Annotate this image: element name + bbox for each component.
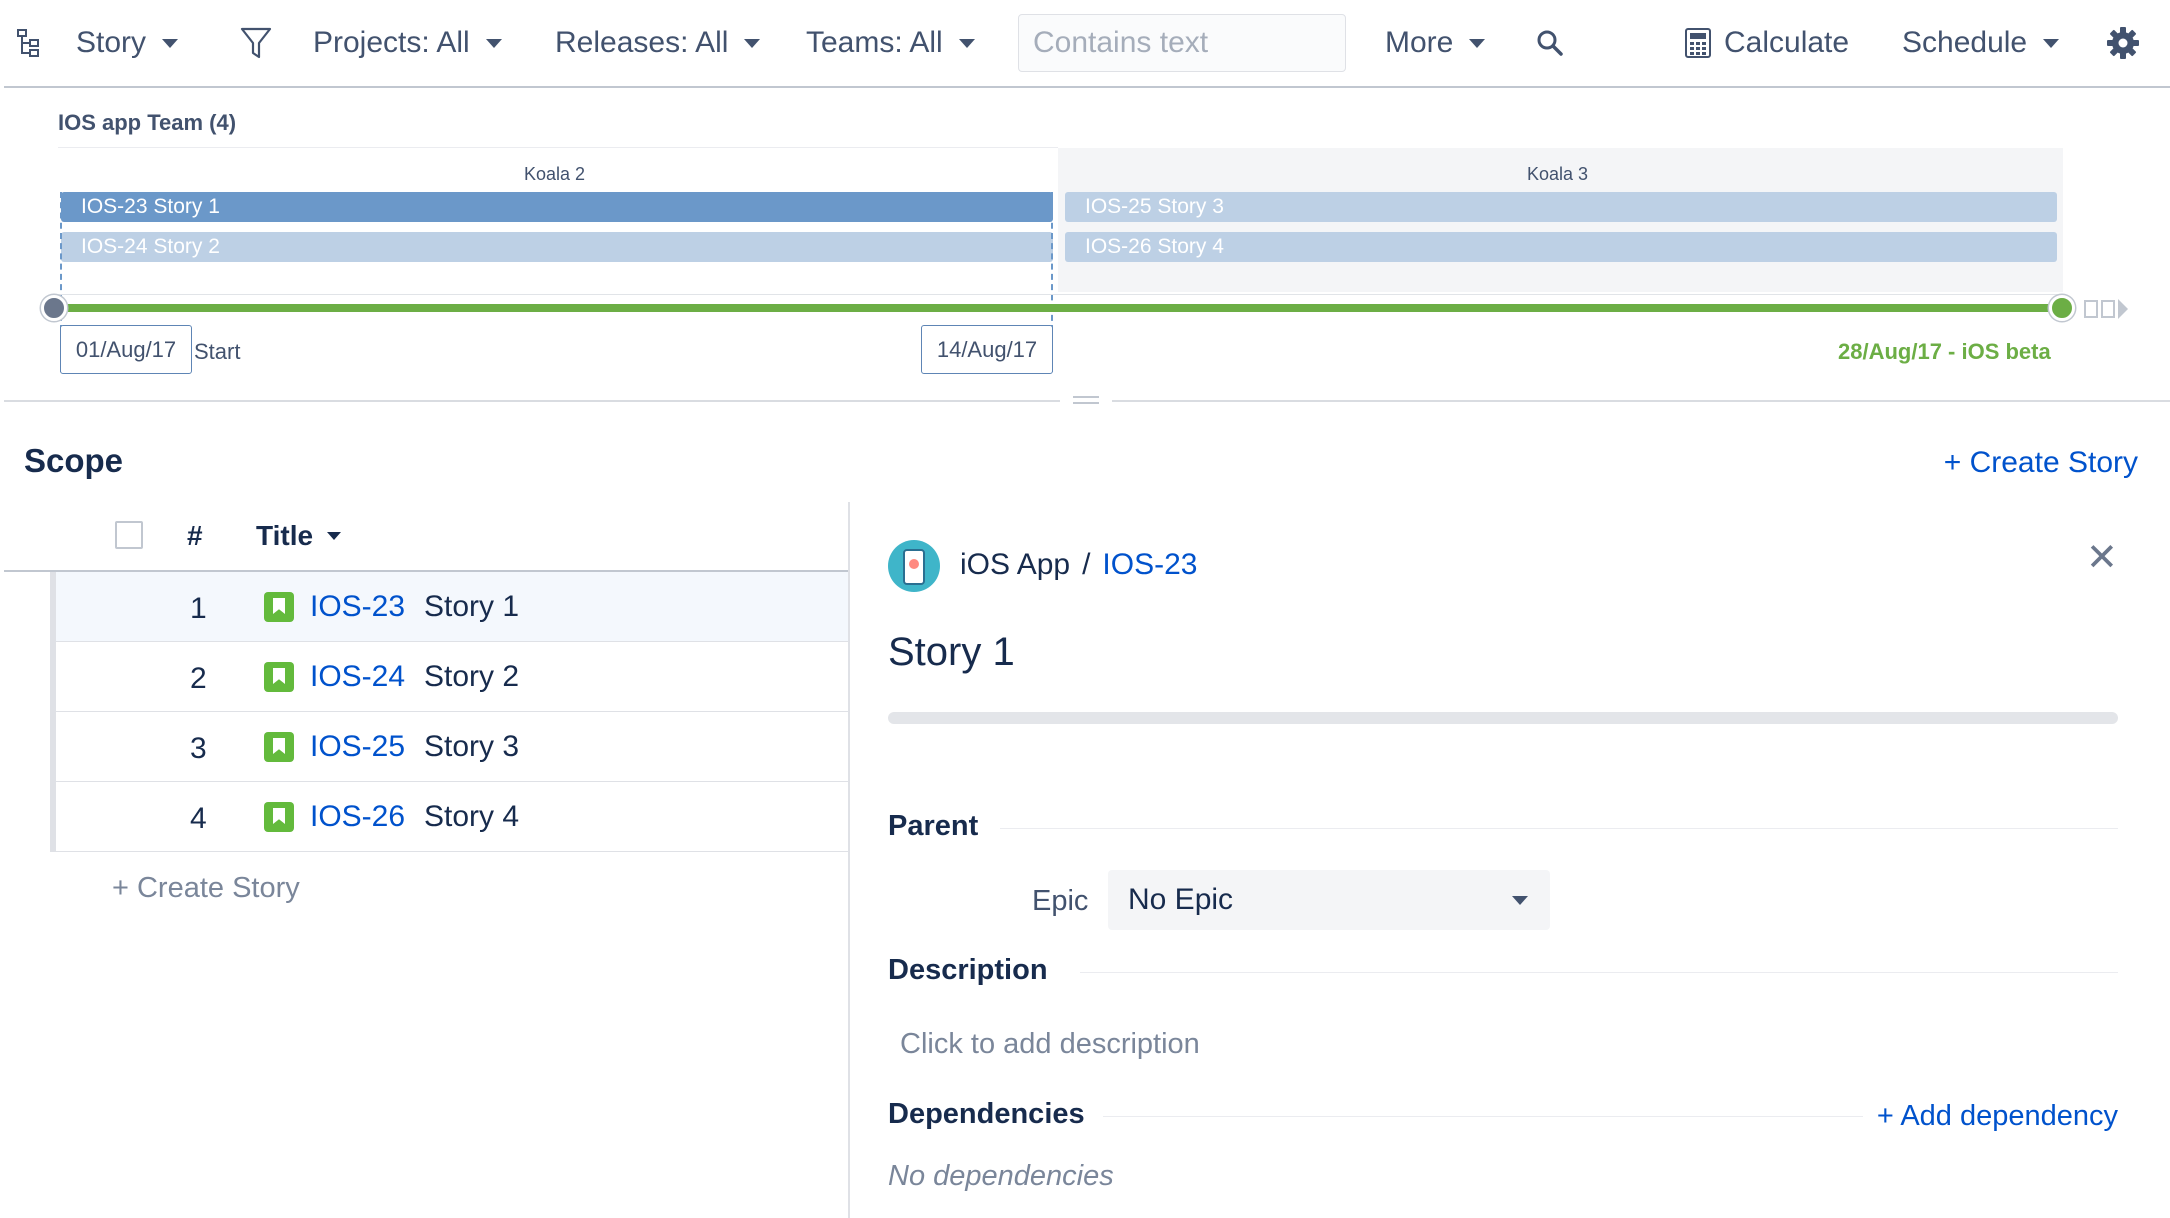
project-avatar — [888, 540, 940, 592]
timeline-bar-ios-25[interactable]: IOS-25 Story 3 — [1065, 192, 2057, 222]
releases-filter[interactable]: Releases: All — [555, 18, 761, 68]
chevron-down-icon — [327, 532, 342, 540]
schedule-dropdown[interactable]: Schedule — [1902, 18, 2060, 68]
progress-bar — [888, 712, 2118, 724]
timeline-overflow-icon — [2084, 299, 2128, 319]
epic-select[interactable]: No Epic — [1108, 870, 1550, 930]
team-title: IOS app Team (4) — [58, 110, 237, 135]
sprint-label-koala-3: Koala 3 — [1527, 164, 1589, 184]
epic-select-value: No Epic — [1128, 883, 1234, 916]
section-rule — [1080, 972, 2118, 973]
releases-filter-label: Releases: All — [555, 26, 729, 59]
chevron-down-icon — [958, 38, 975, 48]
end-date-field[interactable]: 14/Aug/17 — [921, 325, 1053, 374]
contains-text-input[interactable] — [1018, 14, 1346, 72]
issue-title[interactable]: Story 1 — [888, 630, 1015, 675]
row-number: 2 — [190, 662, 207, 695]
breadcrumb-project: iOS App — [960, 548, 1071, 581]
projects-filter[interactable]: Projects: All — [313, 18, 502, 68]
chevron-down-icon — [2043, 38, 2060, 48]
create-story-button[interactable]: + Create Story — [1944, 446, 2138, 480]
gear-icon[interactable] — [2106, 18, 2140, 68]
row-number: 3 — [190, 732, 207, 765]
timeline-track — [54, 294, 2064, 295]
description-heading: Description — [888, 954, 1066, 987]
epic-label: Epic — [1032, 885, 1089, 917]
toolbar-divider — [4, 86, 2170, 88]
timeline-start-handle[interactable] — [41, 295, 67, 321]
release-timeline-bar — [54, 304, 2064, 312]
filter-icon[interactable] — [240, 18, 272, 68]
start-label: Start — [194, 339, 241, 364]
hierarchy-dropdown[interactable]: Story — [76, 18, 179, 68]
more-dropdown[interactable]: More — [1385, 18, 1486, 68]
story-icon — [264, 662, 294, 692]
release-label: 28/Aug/17 - iOS beta — [1838, 339, 2051, 364]
column-header-title[interactable]: Title — [256, 520, 342, 552]
issue-summary: Story 2 — [424, 660, 520, 693]
teams-filter-label: Teams: All — [806, 26, 943, 59]
section-rule — [1000, 828, 2118, 829]
timeline-bar-ios-26[interactable]: IOS-26 Story 4 — [1065, 232, 2057, 262]
issue-key-link[interactable]: IOS-26 — [310, 800, 405, 834]
table-row[interactable]: 1 IOS-23 Story 1 — [56, 572, 848, 642]
more-dropdown-label: More — [1385, 26, 1454, 59]
story-icon — [264, 592, 294, 622]
schedule-dropdown-label: Schedule — [1902, 26, 2028, 59]
close-icon[interactable]: ✕ — [2086, 538, 2118, 578]
issue-summary: Story 4 — [424, 800, 520, 833]
calculate-label: Calculate — [1724, 26, 1850, 59]
table-row[interactable]: 2 IOS-24 Story 2 — [56, 642, 848, 712]
issue-key-link[interactable]: IOS-23 — [310, 590, 405, 624]
row-number: 4 — [190, 802, 207, 835]
hierarchy-icon[interactable] — [16, 18, 42, 68]
description-field[interactable]: Click to add description — [900, 1028, 1200, 1061]
calculate-button[interactable]: Calculate — [1684, 18, 1849, 68]
chevron-down-icon — [1512, 896, 1528, 905]
issue-summary: Story 1 — [424, 590, 520, 623]
timeline-divider — [4, 400, 1060, 402]
issue-key-link[interactable]: IOS-24 — [310, 660, 405, 694]
calculator-icon — [1685, 28, 1711, 58]
chevron-down-icon — [485, 38, 502, 48]
issue-summary: Story 3 — [424, 730, 520, 763]
timeline-divider — [1112, 400, 2170, 402]
scope-title: Scope — [24, 442, 124, 479]
table-row[interactable]: 3 IOS-25 Story 3 — [56, 712, 848, 782]
story-icon — [264, 802, 294, 832]
release-marker[interactable] — [2049, 295, 2075, 321]
pane-divider — [848, 502, 850, 1218]
search-icon[interactable] — [1536, 18, 1564, 68]
resize-handle[interactable] — [1073, 396, 1099, 404]
sprint-divider — [58, 147, 1058, 148]
breadcrumb-issue-key[interactable]: IOS-23 — [1102, 548, 1197, 582]
dependencies-heading: Dependencies — [888, 1098, 1103, 1131]
chevron-down-icon — [162, 38, 179, 48]
breadcrumb: iOS App / IOS-23 — [960, 548, 1197, 582]
column-header-title-label: Title — [256, 520, 314, 551]
sprint-label-koala-2: Koala 2 — [524, 164, 586, 184]
toolbar: Story Projects: All Releases: All Teams:… — [0, 0, 2170, 86]
column-header-number: # — [187, 520, 203, 551]
breadcrumb-separator: / — [1082, 548, 1091, 581]
select-all-checkbox[interactable] — [115, 521, 143, 549]
story-icon — [264, 732, 294, 762]
row-number: 1 — [190, 592, 207, 625]
timeline-bar-ios-23[interactable]: IOS-23 Story 1 — [61, 192, 1053, 222]
teams-filter[interactable]: Teams: All — [806, 18, 975, 68]
timeline-bar-ios-24[interactable]: IOS-24 Story 2 — [61, 232, 1053, 262]
chevron-down-icon — [1469, 38, 1486, 48]
parent-heading: Parent — [888, 810, 997, 843]
create-story-inline-button[interactable]: + Create Story — [112, 872, 300, 905]
issue-key-link[interactable]: IOS-25 — [310, 730, 405, 764]
chevron-down-icon — [744, 38, 761, 48]
no-dependencies-text: No dependencies — [888, 1160, 1114, 1192]
hierarchy-dropdown-label: Story — [76, 26, 147, 59]
projects-filter-label: Projects: All — [313, 26, 470, 59]
start-date-field[interactable]: 01/Aug/17 — [60, 325, 192, 374]
add-dependency-button[interactable]: + Add dependency — [1862, 1100, 2118, 1133]
table-row[interactable]: 4 IOS-26 Story 4 — [56, 782, 848, 852]
